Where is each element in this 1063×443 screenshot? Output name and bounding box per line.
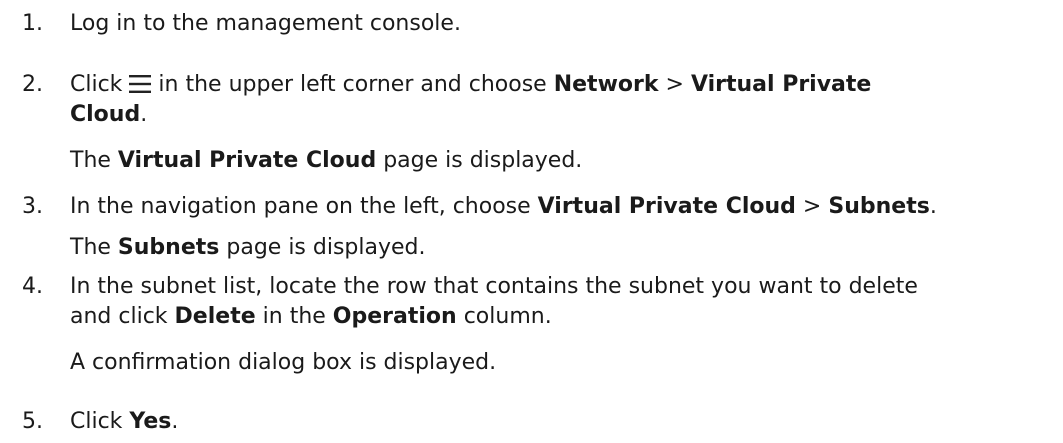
step-text: Log in to the management console. [70,11,461,36]
step-number: 2. [22,72,43,97]
menu-label-vpc: Virtual Private [690,72,872,97]
step-text: column. [463,304,552,329]
result-text: page is displayed. [226,235,426,260]
step-text: in the upper left corner and choose [158,72,547,97]
step-text: In the navigation pane on the left, choo… [70,194,531,219]
menu-label-vpc: Virtual Private Cloud [537,194,796,219]
action-label-delete: Delete [174,304,256,329]
separator: > [802,194,822,219]
result-text: The [70,148,111,173]
result-text: page is displayed. [383,148,583,173]
step-number: 1. [22,11,43,36]
punct: . [929,194,937,219]
menu-label-subnets: Subnets [828,194,930,219]
result-text: A confirmation dialog box is displayed. [70,350,497,375]
step-number: 5. [22,409,43,434]
page-name-subnets: Subnets [117,235,220,260]
menu-label-vpc-cont: Cloud [70,102,141,127]
punct: . [171,409,179,434]
step-number: 3. [22,194,43,219]
procedure-steps: 1. Log in to the management console. 2. … [0,0,1063,443]
menu-label-network: Network [553,72,659,97]
step-text: and click [70,304,168,329]
step-text: Click [70,72,123,97]
hamburger-menu-icon [129,75,152,93]
step-text: in the [262,304,326,329]
result-text: The [70,235,111,260]
step-number: 4. [22,274,43,299]
button-label-yes: Yes [129,409,172,434]
step-text: Click [70,409,123,434]
separator: > [665,72,684,97]
step-text: In the subnet list, locate the row that … [70,274,918,299]
column-label-operation: Operation [332,304,457,329]
page-name-vpc: Virtual Private Cloud [117,148,377,173]
punct: . [140,102,148,127]
